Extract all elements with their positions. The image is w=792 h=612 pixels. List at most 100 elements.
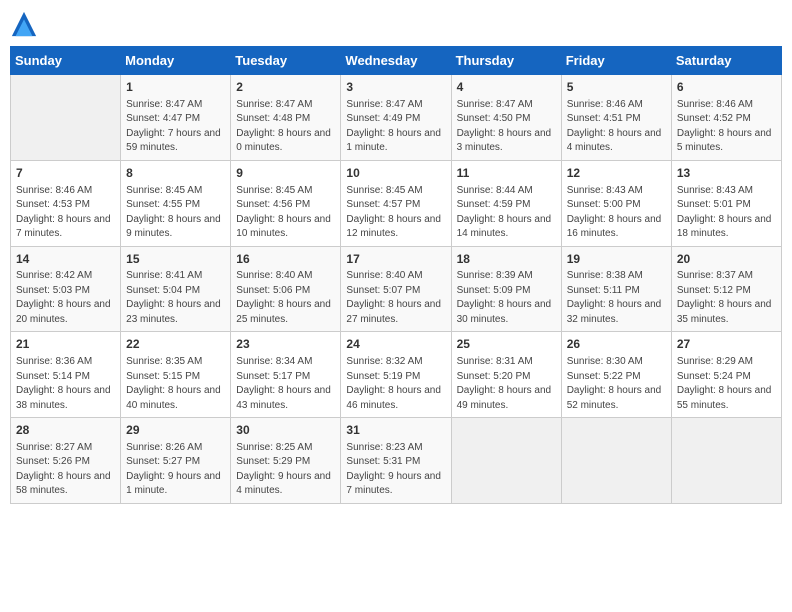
calendar-cell: 13Sunrise: 8:43 AMSunset: 5:01 PMDayligh… bbox=[671, 160, 781, 246]
cell-details: Sunrise: 8:36 AMSunset: 5:14 PMDaylight:… bbox=[16, 355, 115, 413]
cell-details: Sunrise: 8:47 AMSunset: 4:49 PMDaylight:… bbox=[346, 98, 445, 156]
cell-details: Sunrise: 8:47 AMSunset: 4:47 PMDaylight:… bbox=[126, 98, 225, 156]
day-number: 27 bbox=[677, 336, 776, 353]
cell-details: Sunrise: 8:37 AMSunset: 5:12 PMDaylight:… bbox=[677, 269, 776, 327]
cell-details: Sunrise: 8:45 AMSunset: 4:55 PMDaylight:… bbox=[126, 184, 225, 242]
cell-details: Sunrise: 8:46 AMSunset: 4:52 PMDaylight:… bbox=[677, 98, 776, 156]
calendar-cell: 22Sunrise: 8:35 AMSunset: 5:15 PMDayligh… bbox=[121, 332, 231, 418]
cell-details: Sunrise: 8:40 AMSunset: 5:06 PMDaylight:… bbox=[236, 269, 335, 327]
calendar-body: 1 Sunrise: 8:47 AMSunset: 4:47 PMDaylight… bbox=[11, 75, 782, 504]
header-day-tuesday: Tuesday bbox=[231, 47, 341, 75]
cell-details: Sunrise: 8:32 AMSunset: 5:19 PMDaylight:… bbox=[346, 355, 445, 413]
calendar-table: SundayMondayTuesdayWednesdayThursdayFrid… bbox=[10, 46, 782, 504]
calendar-cell: 26 Sunrise: 8:30 AMSunset: 5:22 PMDayligh… bbox=[561, 332, 671, 418]
header-day-thursday: Thursday bbox=[451, 47, 561, 75]
calendar-cell: 1 Sunrise: 8:47 AMSunset: 4:47 PMDaylight… bbox=[121, 75, 231, 161]
header-row: SundayMondayTuesdayWednesdayThursdayFrid… bbox=[11, 47, 782, 75]
day-number: 9 bbox=[236, 165, 335, 182]
cell-details: Sunrise: 8:40 AMSunset: 5:07 PMDaylight:… bbox=[346, 269, 445, 327]
day-number: 6 bbox=[677, 79, 776, 96]
calendar-cell: 6 Sunrise: 8:46 AMSunset: 4:52 PMDaylight… bbox=[671, 75, 781, 161]
calendar-cell: 10 Sunrise: 8:45 AMSunset: 4:57 PMDayligh… bbox=[341, 160, 451, 246]
day-number: 14 bbox=[16, 251, 115, 268]
day-number: 20 bbox=[677, 251, 776, 268]
day-number: 10 bbox=[346, 165, 445, 182]
calendar-cell: 25Sunrise: 8:31 AMSunset: 5:20 PMDayligh… bbox=[451, 332, 561, 418]
calendar-cell: 24 Sunrise: 8:32 AMSunset: 5:19 PMDayligh… bbox=[341, 332, 451, 418]
day-number: 13 bbox=[677, 165, 776, 182]
day-number: 3 bbox=[346, 79, 445, 96]
calendar-cell: 18Sunrise: 8:39 AMSunset: 5:09 PMDayligh… bbox=[451, 246, 561, 332]
cell-details: Sunrise: 8:30 AMSunset: 5:22 PMDaylight:… bbox=[567, 355, 666, 413]
calendar-cell bbox=[11, 75, 121, 161]
calendar-cell bbox=[561, 418, 671, 504]
header-day-monday: Monday bbox=[121, 47, 231, 75]
day-number: 24 bbox=[346, 336, 445, 353]
header-day-sunday: Sunday bbox=[11, 47, 121, 75]
calendar-cell: 7 Sunrise: 8:46 AMSunset: 4:53 PMDaylight… bbox=[11, 160, 121, 246]
calendar-cell: 21 Sunrise: 8:36 AMSunset: 5:14 PMDayligh… bbox=[11, 332, 121, 418]
calendar-cell: 11 Sunrise: 8:44 AMSunset: 4:59 PMDayligh… bbox=[451, 160, 561, 246]
day-number: 11 bbox=[457, 165, 556, 182]
week-row-5: 28 Sunrise: 8:27 AMSunset: 5:26 PMDayligh… bbox=[11, 418, 782, 504]
cell-details: Sunrise: 8:27 AMSunset: 5:26 PMDaylight:… bbox=[16, 441, 115, 499]
cell-details: Sunrise: 8:39 AMSunset: 5:09 PMDaylight:… bbox=[457, 269, 556, 327]
cell-details: Sunrise: 8:31 AMSunset: 5:20 PMDaylight:… bbox=[457, 355, 556, 413]
calendar-cell: 3 Sunrise: 8:47 AMSunset: 4:49 PMDaylight… bbox=[341, 75, 451, 161]
calendar-cell: 28 Sunrise: 8:27 AMSunset: 5:26 PMDayligh… bbox=[11, 418, 121, 504]
calendar-cell bbox=[451, 418, 561, 504]
calendar-cell: 9Sunrise: 8:45 AMSunset: 4:56 PMDaylight… bbox=[231, 160, 341, 246]
calendar-cell: 27Sunrise: 8:29 AMSunset: 5:24 PMDayligh… bbox=[671, 332, 781, 418]
cell-details: Sunrise: 8:46 AMSunset: 4:53 PMDaylight:… bbox=[16, 184, 115, 242]
calendar-cell: 8 Sunrise: 8:45 AMSunset: 4:55 PMDaylight… bbox=[121, 160, 231, 246]
day-number: 7 bbox=[16, 165, 115, 182]
calendar-cell: 4Sunrise: 8:47 AMSunset: 4:50 PMDaylight… bbox=[451, 75, 561, 161]
header-day-wednesday: Wednesday bbox=[341, 47, 451, 75]
cell-details: Sunrise: 8:43 AMSunset: 5:00 PMDaylight:… bbox=[567, 184, 666, 242]
day-number: 21 bbox=[16, 336, 115, 353]
cell-details: Sunrise: 8:46 AMSunset: 4:51 PMDaylight:… bbox=[567, 98, 666, 156]
cell-details: Sunrise: 8:42 AMSunset: 5:03 PMDaylight:… bbox=[16, 269, 115, 327]
header-day-friday: Friday bbox=[561, 47, 671, 75]
cell-details: Sunrise: 8:35 AMSunset: 5:15 PMDaylight:… bbox=[126, 355, 225, 413]
logo bbox=[10, 10, 42, 38]
day-number: 26 bbox=[567, 336, 666, 353]
calendar-cell: 16Sunrise: 8:40 AMSunset: 5:06 PMDayligh… bbox=[231, 246, 341, 332]
week-row-4: 21 Sunrise: 8:36 AMSunset: 5:14 PMDayligh… bbox=[11, 332, 782, 418]
day-number: 23 bbox=[236, 336, 335, 353]
cell-details: Sunrise: 8:25 AMSunset: 5:29 PMDaylight:… bbox=[236, 441, 335, 499]
day-number: 29 bbox=[126, 422, 225, 439]
header-day-saturday: Saturday bbox=[671, 47, 781, 75]
cell-details: Sunrise: 8:44 AMSunset: 4:59 PMDaylight:… bbox=[457, 184, 556, 242]
day-number: 30 bbox=[236, 422, 335, 439]
calendar-cell: 20Sunrise: 8:37 AMSunset: 5:12 PMDayligh… bbox=[671, 246, 781, 332]
calendar-cell: 30 Sunrise: 8:25 AMSunset: 5:29 PMDayligh… bbox=[231, 418, 341, 504]
day-number: 1 bbox=[126, 79, 225, 96]
day-number: 8 bbox=[126, 165, 225, 182]
calendar-cell: 17Sunrise: 8:40 AMSunset: 5:07 PMDayligh… bbox=[341, 246, 451, 332]
week-row-2: 7 Sunrise: 8:46 AMSunset: 4:53 PMDaylight… bbox=[11, 160, 782, 246]
day-number: 2 bbox=[236, 79, 335, 96]
cell-details: Sunrise: 8:26 AMSunset: 5:27 PMDaylight:… bbox=[126, 441, 225, 499]
calendar-cell: 2 Sunrise: 8:47 AMSunset: 4:48 PMDaylight… bbox=[231, 75, 341, 161]
calendar-cell: 19Sunrise: 8:38 AMSunset: 5:11 PMDayligh… bbox=[561, 246, 671, 332]
day-number: 5 bbox=[567, 79, 666, 96]
day-number: 28 bbox=[16, 422, 115, 439]
cell-details: Sunrise: 8:38 AMSunset: 5:11 PMDaylight:… bbox=[567, 269, 666, 327]
page-header bbox=[10, 10, 782, 38]
logo-icon bbox=[10, 10, 38, 38]
day-number: 4 bbox=[457, 79, 556, 96]
calendar-cell: 12 Sunrise: 8:43 AMSunset: 5:00 PMDayligh… bbox=[561, 160, 671, 246]
day-number: 12 bbox=[567, 165, 666, 182]
day-number: 17 bbox=[346, 251, 445, 268]
cell-details: Sunrise: 8:47 AMSunset: 4:48 PMDaylight:… bbox=[236, 98, 335, 156]
cell-details: Sunrise: 8:45 AMSunset: 4:57 PMDaylight:… bbox=[346, 184, 445, 242]
day-number: 16 bbox=[236, 251, 335, 268]
cell-details: Sunrise: 8:41 AMSunset: 5:04 PMDaylight:… bbox=[126, 269, 225, 327]
cell-details: Sunrise: 8:34 AMSunset: 5:17 PMDaylight:… bbox=[236, 355, 335, 413]
calendar-cell bbox=[671, 418, 781, 504]
day-number: 15 bbox=[126, 251, 225, 268]
calendar-header: SundayMondayTuesdayWednesdayThursdayFrid… bbox=[11, 47, 782, 75]
calendar-cell: 31Sunrise: 8:23 AMSunset: 5:31 PMDayligh… bbox=[341, 418, 451, 504]
cell-details: Sunrise: 8:23 AMSunset: 5:31 PMDaylight:… bbox=[346, 441, 445, 499]
